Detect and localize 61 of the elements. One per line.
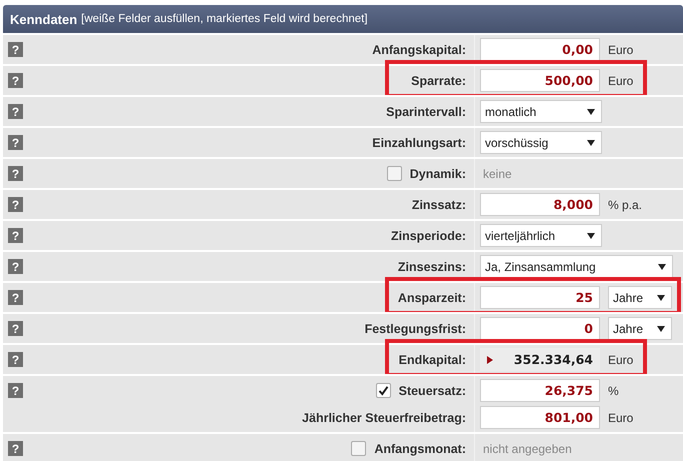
unit-label: % p.a. <box>608 198 642 212</box>
dropdown[interactable]: vierteljährlich <box>480 224 602 247</box>
unit-label: % <box>608 384 619 398</box>
checkbox[interactable] <box>386 166 402 181</box>
marker-icon <box>487 356 493 364</box>
result-value: 352.334,64 <box>514 352 593 367</box>
dropdown[interactable]: vorschüssig <box>480 131 602 154</box>
input-field[interactable]: 25 <box>480 286 600 309</box>
caret-icon <box>587 108 595 114</box>
field-label: Zinssatz: <box>412 198 466 212</box>
unit-label: Euro <box>608 42 634 56</box>
input-field[interactable]: 801,00 <box>480 406 600 429</box>
help-button[interactable]: ? <box>8 321 23 336</box>
field-label: Zinsperiode: <box>390 228 466 242</box>
section-title: Kenndaten <box>10 12 78 26</box>
field-label: Einzahlungsart: <box>372 136 466 150</box>
field-label: Anfangskapital: <box>372 42 466 56</box>
value-text: keine <box>482 166 512 180</box>
unit-label: Euro <box>608 74 634 88</box>
field-label: Dynamik: <box>410 166 466 180</box>
caret-icon <box>658 264 666 270</box>
caret-icon <box>657 326 665 332</box>
checkbox[interactable] <box>376 383 391 398</box>
help-button[interactable]: ? <box>8 352 23 367</box>
value-text: nicht angegeben <box>482 442 572 456</box>
input-field[interactable]: 0 <box>480 317 600 340</box>
help-button[interactable]: ? <box>8 441 23 456</box>
help-button[interactable]: ? <box>8 42 23 57</box>
field-label: Steuersatz: <box>398 384 466 398</box>
help-button[interactable]: ? <box>8 73 23 88</box>
help-button[interactable]: ? <box>8 259 23 274</box>
field-label: Festlegungsfrist: <box>364 322 466 336</box>
caret-icon <box>587 140 595 146</box>
input-field[interactable]: 26,375 <box>480 379 600 402</box>
dropdown[interactable]: monatlich <box>480 100 602 123</box>
field-label: Sparintervall: <box>386 104 466 118</box>
field-label: Endkapital: <box>398 352 466 366</box>
field-label: Anfangsmonat: <box>374 442 466 456</box>
unit-label: Euro <box>608 352 634 366</box>
section-hint: [weiße Felder ausfüllen, markiertes Feld wird berechnet] <box>81 13 368 25</box>
caret-icon <box>657 294 665 300</box>
unit-dropdown[interactable]: Jahre <box>608 286 672 309</box>
unit-label: Euro <box>608 410 634 424</box>
field-label: Zinseszins: <box>398 260 466 274</box>
field-label: Jährlicher Steuerfreibetrag: <box>302 410 466 424</box>
field-label: Sparrate: <box>411 74 466 88</box>
input-field[interactable]: 500,00 <box>480 69 600 92</box>
help-button[interactable]: ? <box>8 104 23 119</box>
unit-dropdown[interactable]: Jahre <box>608 317 672 340</box>
dropdown[interactable]: Ja, Zinsansammlung <box>480 255 673 278</box>
input-field[interactable]: 0,00 <box>480 38 600 61</box>
field-label: Ansparzeit: <box>398 290 466 304</box>
help-button[interactable]: ? <box>8 197 23 212</box>
help-button[interactable]: ? <box>8 135 23 150</box>
caret-icon <box>587 232 595 238</box>
help-button[interactable]: ? <box>8 228 23 243</box>
help-button[interactable]: ? <box>8 290 23 305</box>
input-field[interactable]: 8,000 <box>480 193 600 216</box>
help-button[interactable]: ? <box>8 166 23 181</box>
checkbox[interactable] <box>351 441 366 456</box>
help-button[interactable]: ? <box>8 383 23 398</box>
